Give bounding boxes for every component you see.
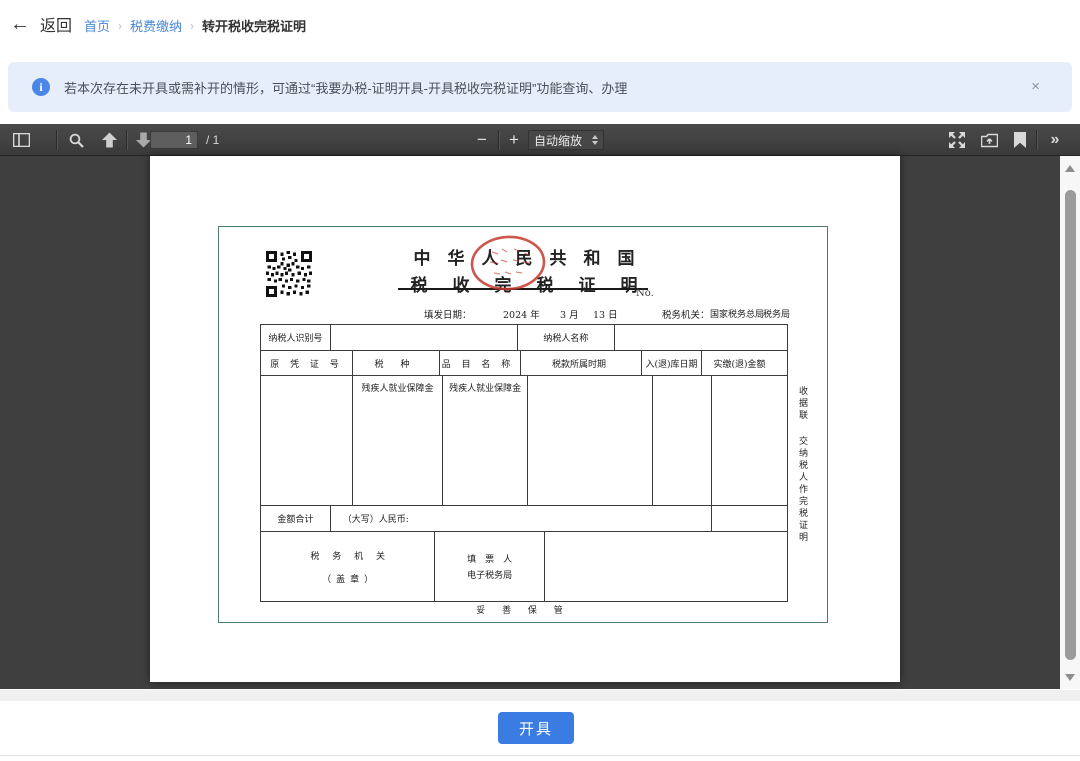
taxpayer-name-label: 纳税人名称 — [518, 325, 615, 350]
search-icon — [69, 133, 84, 148]
issue-date-day: 13 日 — [593, 307, 618, 321]
breadcrumb-home[interactable]: 首页 — [84, 16, 110, 35]
taxpayer-id-label: 纳税人识别号 — [261, 325, 331, 350]
cell-deposit-date — [653, 376, 713, 505]
breadcrumb-tax-payment[interactable]: 税费缴纳 — [130, 16, 182, 35]
col-original-voucher: 原 凭 证 号 — [261, 351, 353, 375]
search-button[interactable] — [64, 124, 88, 156]
certificate-table: 纳税人识别号 纳税人名称 原 凭 证 号 税 种 品 目 名 称 税款所属时期 … — [260, 324, 788, 602]
banner-text: 若本次存在未开具或需补开的情形，可通过“我要办税-证明开具-开具税收完税证明”功… — [64, 78, 627, 97]
pdf-toolbar: / 1 − + 自动缩放 — [0, 124, 1080, 156]
cell-tax-type: 残疾人就业保障金 — [353, 376, 444, 505]
zoom-in-button[interactable]: + — [502, 124, 526, 156]
zoom-mode-value: 自动缩放 — [534, 132, 582, 149]
footer-divider — [0, 755, 1080, 756]
page-number-input[interactable] — [150, 131, 198, 149]
tax-authority-value: 国家税务总局 — [710, 307, 764, 320]
more-tools-button[interactable]: » — [1042, 124, 1068, 156]
total-label: 金额合计 — [261, 506, 331, 531]
scroll-up-icon[interactable] — [1060, 160, 1080, 176]
arrow-down-icon — [136, 132, 151, 148]
col-deposit-date: 入(退)库日期 — [642, 351, 702, 375]
filler-line1: 填 票 人 — [467, 552, 512, 565]
toolbar-separator — [56, 130, 57, 150]
previous-page-button[interactable] — [96, 124, 122, 156]
back-button[interactable]: ← 返回 — [10, 12, 72, 36]
issue-button[interactable]: 开具 — [498, 712, 574, 744]
authority-sign-line2: （盖章） — [322, 572, 378, 585]
sidebar-toggle-icon — [13, 133, 30, 147]
col-paid-amount: 实缴(退)金额 — [702, 351, 777, 375]
pdf-page: 中华人民共和国 税收完税证明 No. 填发日期： — [150, 156, 900, 682]
breadcrumb: 首页 › 税费缴纳 › 转开税收完税证明 — [84, 16, 306, 35]
total-value — [712, 506, 787, 531]
open-file-icon — [981, 133, 998, 148]
bookmark-icon — [1014, 132, 1026, 148]
side-note-purpose: 交纳税人作完税证明 — [797, 436, 807, 544]
page-count-label: / 1 — [206, 133, 219, 147]
open-file-button[interactable] — [976, 124, 1002, 156]
select-spinner-icon — [592, 135, 598, 145]
col-tax-period: 税款所属时期 — [517, 351, 642, 375]
taxpayer-id-value — [331, 325, 518, 350]
toolbar-separator — [1036, 130, 1037, 150]
sidebar-toggle-button[interactable] — [8, 124, 34, 156]
zoom-out-button[interactable]: − — [470, 124, 494, 156]
side-note-copy: 收据联 — [797, 386, 807, 422]
breadcrumb-separator-icon: › — [118, 19, 122, 33]
issue-date-month: 3 月 — [560, 307, 579, 321]
zoom-mode-select[interactable]: 自动缩放 — [528, 130, 604, 150]
presentation-mode-button[interactable] — [944, 124, 970, 156]
total-row: 金额合计 （大写）人民币: — [261, 506, 787, 532]
cell-original-voucher — [261, 376, 353, 505]
col-tax-type: 税 种 — [349, 351, 440, 375]
scroll-down-icon[interactable] — [1060, 669, 1080, 685]
top-header: ← 返回 首页 › 税费缴纳 › 转开税收完税证明 — [0, 0, 1080, 46]
table-header-row: 原 凭 证 号 税 种 品 目 名 称 税款所属时期 入(退)库日期 实缴(退)… — [261, 351, 787, 376]
red-seal-stamp — [468, 232, 548, 294]
cell-tax-period — [528, 376, 653, 505]
tax-certificate: 中华人民共和国 税收完税证明 No. 填发日期： — [150, 156, 900, 682]
qr-code — [266, 251, 312, 297]
filler-cell: 填 票 人 电子税务局 — [435, 532, 545, 601]
info-banner: i 若本次存在未开具或需补开的情形，可通过“我要办税-证明开具-开具税收完税证明… — [8, 62, 1072, 112]
issue-date-line: 填发日期： 2024 年 3 月 13 日 税务机关： 国家税务总局 税务局 — [150, 307, 900, 321]
keep-safe-note: 妥 善 保 管 — [218, 603, 828, 616]
col-item-name: 品 目 名 称 — [436, 351, 521, 375]
back-label: 返回 — [40, 12, 72, 36]
pdf-canvas-area: 中华人民共和国 税收完税证明 No. 填发日期： — [0, 156, 1080, 689]
fullscreen-icon — [949, 132, 965, 148]
breadcrumb-separator-icon: › — [190, 19, 194, 33]
issue-date-label: 填发日期： — [424, 307, 472, 321]
certificate-no-label: No. — [636, 288, 654, 299]
taxpayer-row: 纳税人识别号 纳税人名称 — [261, 325, 787, 351]
tax-authority-suffix: 税务局 — [763, 307, 790, 320]
back-arrow-icon: ← — [10, 14, 30, 34]
taxpayer-name-value — [615, 325, 787, 350]
banner-close-icon[interactable]: × — [1031, 78, 1040, 96]
authority-sign-line1: 税 务 机 关 — [310, 549, 390, 562]
pdf-viewer: / 1 − + 自动缩放 — [0, 124, 1080, 690]
arrow-up-icon — [102, 132, 117, 148]
breadcrumb-current: 转开税收完税证明 — [202, 16, 306, 35]
signature-empty-cell — [545, 532, 787, 601]
footer-strip — [0, 690, 1080, 701]
toolbar-separator — [126, 130, 127, 150]
authority-seal-cell: 税 务 机 关 （盖章） — [261, 532, 435, 601]
info-icon: i — [32, 78, 50, 96]
toolbar-separator — [498, 130, 499, 150]
cell-paid-amount — [712, 376, 787, 505]
table-data-row: 残疾人就业保障金 残疾人就业保障金 — [261, 376, 787, 506]
bookmark-button[interactable] — [1008, 124, 1032, 156]
cell-item-name: 残疾人就业保障金 — [443, 376, 528, 505]
total-text: （大写）人民币: — [331, 506, 713, 531]
scrollbar-thumb[interactable] — [1065, 190, 1076, 660]
issue-date-year: 2024 年 — [503, 307, 540, 321]
filler-line2: 电子税务局 — [467, 568, 512, 581]
side-note-vertical: 收据联交纳税人作完税证明 — [796, 386, 809, 566]
footer-bar: 开具 — [0, 701, 1080, 761]
tax-authority-label: 税务机关： — [662, 307, 710, 321]
vertical-scrollbar[interactable] — [1060, 156, 1080, 689]
signature-row: 税 务 机 关 （盖章） 填 票 人 电子税务局 — [261, 532, 787, 601]
